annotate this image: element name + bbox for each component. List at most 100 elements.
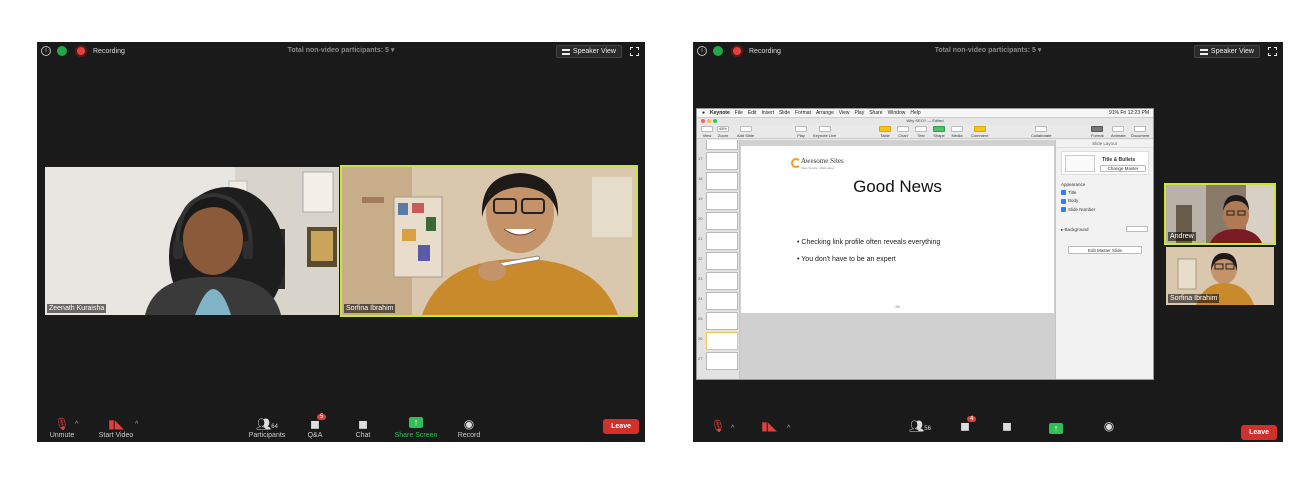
menu-window[interactable]: Window [888,110,906,116]
keynote-toolbar: View 48% Zoom Add Slide Play Keynote Live… [697,125,1153,139]
non-video-participants-dropdown[interactable]: Total non-video participants: 5 ▾ [37,46,645,54]
grid-icon [1199,48,1208,55]
menu-view[interactable]: View [839,110,850,116]
chevron-up-icon: ^ [135,421,139,428]
slide-thumbnail[interactable] [706,312,738,330]
edit-master-slide-button[interactable]: Edit Master Slide [1068,246,1142,254]
qa-badge: 5 [317,414,327,420]
video-tile-andrew[interactable]: Andrew [1164,183,1276,245]
maximize-icon[interactable] [713,119,717,123]
change-master-button[interactable]: Change Master [1100,165,1146,172]
comment-button[interactable]: Comment [971,126,988,138]
play-button[interactable]: Play [795,126,807,138]
menu-insert[interactable]: Insert [761,110,774,116]
shape-button[interactable]: Shape [933,126,945,138]
fullscreen-icon[interactable] [1268,47,1277,56]
slide-thumbnail[interactable] [706,172,738,190]
slide-thumbnail[interactable] [706,232,738,250]
slide-thumbnail[interactable] [706,192,738,210]
muted-microphone-icon: 🎙︎ [54,417,70,431]
apple-icon[interactable]: ● [702,110,705,116]
table-button[interactable]: Table [879,126,891,138]
participants-button[interactable]: 👥︎56 [905,418,935,434]
leave-button[interactable]: Leave [603,419,639,434]
slide-number-checkbox[interactable]: Slide Number [1061,207,1095,212]
leave-button[interactable]: Leave [1241,425,1277,440]
menu-file[interactable]: File [735,110,743,116]
slide-thumbnail[interactable] [706,272,738,290]
share-screen-icon: ↑ [409,417,423,428]
video-feed-sorfina [342,167,636,315]
video-options-caret[interactable]: ^ [135,421,138,428]
collaborate-button[interactable]: Collaborate [1031,126,1051,138]
record-button[interactable]: ◉ [1101,418,1117,434]
document-button[interactable]: Document [1131,126,1149,138]
slide-thumbnail-selected[interactable] [706,332,738,350]
video-tile-zeenath[interactable]: Zeenath Kuraisha [45,167,339,315]
video-feed-zeenath [45,167,339,315]
format-inspector: Slide Layout Title & Bullets Change Mast… [1055,140,1153,379]
participants-button[interactable]: 👥︎64 Participants [245,416,289,439]
speaker-view-button[interactable]: Speaker View [555,45,622,58]
checkbox-checked-icon [1061,190,1066,196]
slide-thumbnail[interactable] [706,252,738,270]
animate-button[interactable]: Animate [1111,126,1126,138]
menu-slide[interactable]: Slide [779,110,790,116]
unmute-button[interactable]: 🎙︎ [709,418,727,434]
menu-keynote[interactable]: Keynote [710,110,730,116]
audio-options-caret[interactable]: ^ [731,425,734,432]
add-slide-button[interactable]: Add Slide [737,126,754,138]
video-tile-sorfina-small[interactable]: Sorfina Ibrahim [1166,247,1274,305]
participant-name-label: Sorfina Ibrahim [1168,294,1220,303]
share-screen-button[interactable]: ↑ [1047,423,1065,438]
format-button[interactable]: Format [1091,126,1104,138]
chat-button[interactable]: ◼ Chat [353,416,373,439]
background-row[interactable]: ▸ Background [1061,226,1148,233]
menu-play[interactable]: Play [854,110,864,116]
qa-button[interactable]: ◼ 5 Q&A [303,414,327,439]
fullscreen-icon[interactable] [630,47,639,56]
menu-edit[interactable]: Edit [748,110,757,116]
awesome-sites-logo-icon [791,158,801,168]
text-button[interactable]: Text [915,126,927,138]
video-options-caret[interactable]: ^ [787,425,790,432]
qa-button[interactable]: ◼ 4 [955,416,977,434]
start-video-button[interactable]: ▮◣ Start Video [97,416,135,439]
chart-button[interactable]: Chart [897,126,909,138]
menu-help[interactable]: Help [910,110,920,116]
chevron-up-icon: ^ [787,425,791,432]
slide-thumbnail[interactable] [706,352,738,370]
menu-arrange[interactable]: Arrange [816,110,834,116]
menu-share[interactable]: Share [869,110,882,116]
slide-thumbnail[interactable] [706,140,738,150]
slide-thumbnail[interactable] [706,292,738,310]
shared-screen-keynote[interactable]: ● Keynote File Edit Insert Slide Format … [696,108,1154,380]
video-tile-sorfina[interactable]: Sorfina Ibrahim [340,165,638,317]
body-checkbox[interactable]: Body [1061,198,1095,204]
audio-options-caret[interactable]: ^ [75,421,78,428]
keynote-live-button[interactable]: Keynote Live [813,126,836,138]
slide-thumbnail[interactable] [706,152,738,170]
slide-layout-card: Title & Bullets Change Master [1061,151,1149,175]
record-button[interactable]: ◉ Record [455,416,483,439]
record-icon: ◉ [463,417,475,431]
unmute-button[interactable]: 🎙︎ Unmute [47,416,77,439]
slide-thumbnail[interactable] [706,212,738,230]
media-button[interactable]: Media [951,126,963,138]
speaker-view-button[interactable]: Speaker View [1193,45,1260,58]
slide-bullet: You don't have to be an expert [797,251,940,268]
background-color-well[interactable] [1126,226,1148,232]
close-icon[interactable] [701,119,705,123]
view-button[interactable]: View [701,126,713,138]
chat-button[interactable]: ◼ [999,418,1015,434]
start-video-button[interactable]: ▮◣ [759,418,779,434]
grid-icon [561,48,570,55]
video-off-icon: ▮◣ [108,417,124,431]
minimize-icon[interactable] [707,119,711,123]
current-slide[interactable]: Awesome Sites Sites Simple, Made Easy Go… [741,146,1054,313]
layout-thumbnail[interactable] [1065,155,1095,172]
share-screen-button[interactable]: ↑ Share Screen [393,417,439,439]
title-checkbox[interactable]: Title [1061,190,1095,196]
menu-format[interactable]: Format [795,110,811,116]
zoom-button[interactable]: 48% Zoom [717,126,729,138]
